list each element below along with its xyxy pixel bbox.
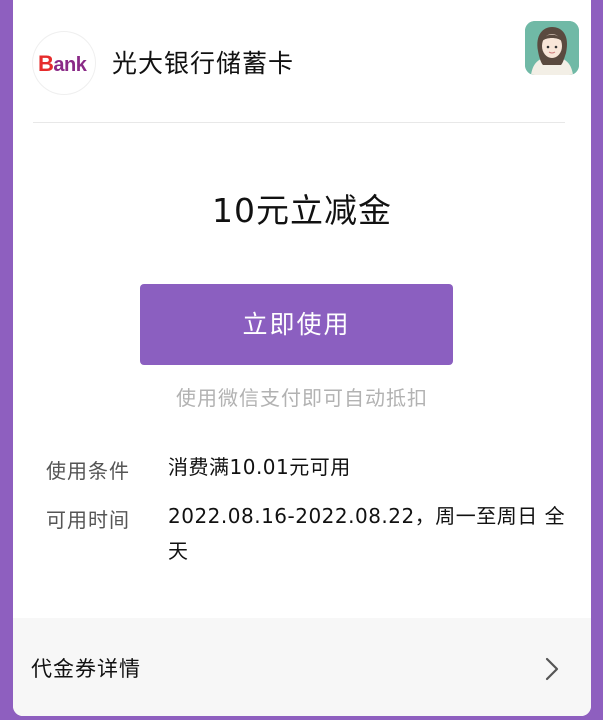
coupon-title: 10元立减金	[212, 191, 392, 230]
logo-letter-b: B	[38, 51, 54, 76]
chevron-right-icon	[545, 657, 559, 681]
logo-letters-ank: ank	[53, 54, 87, 76]
use-now-button[interactable]: 立即使用	[140, 284, 453, 365]
user-avatar-icon[interactable]	[525, 21, 579, 75]
bank-logo-text: Bank	[38, 51, 87, 77]
payment-hint: 使用微信支付即可自动抵扣	[176, 386, 428, 410]
card-header: Bank 光大银行储蓄卡	[13, 0, 591, 122]
bank-name: 光大银行储蓄卡	[112, 49, 295, 78]
coupon-card: Bank 光大银行储蓄卡 10元立减金 立即使用 使用微信支付即可自动抵扣 使用…	[13, 0, 591, 716]
coupon-details-label: 代金券详情	[31, 657, 141, 681]
valid-time-label: 可用时间	[46, 508, 130, 532]
condition-label: 使用条件	[46, 459, 130, 483]
valid-time-value: 2022.08.16-2022.08.22，周一至周日 全天	[168, 504, 566, 563]
header-divider	[33, 122, 565, 123]
condition-value: 消费满10.01元可用	[168, 455, 351, 479]
bank-logo-icon: Bank	[33, 32, 95, 94]
coupon-details-row[interactable]: 代金券详情	[13, 618, 591, 716]
